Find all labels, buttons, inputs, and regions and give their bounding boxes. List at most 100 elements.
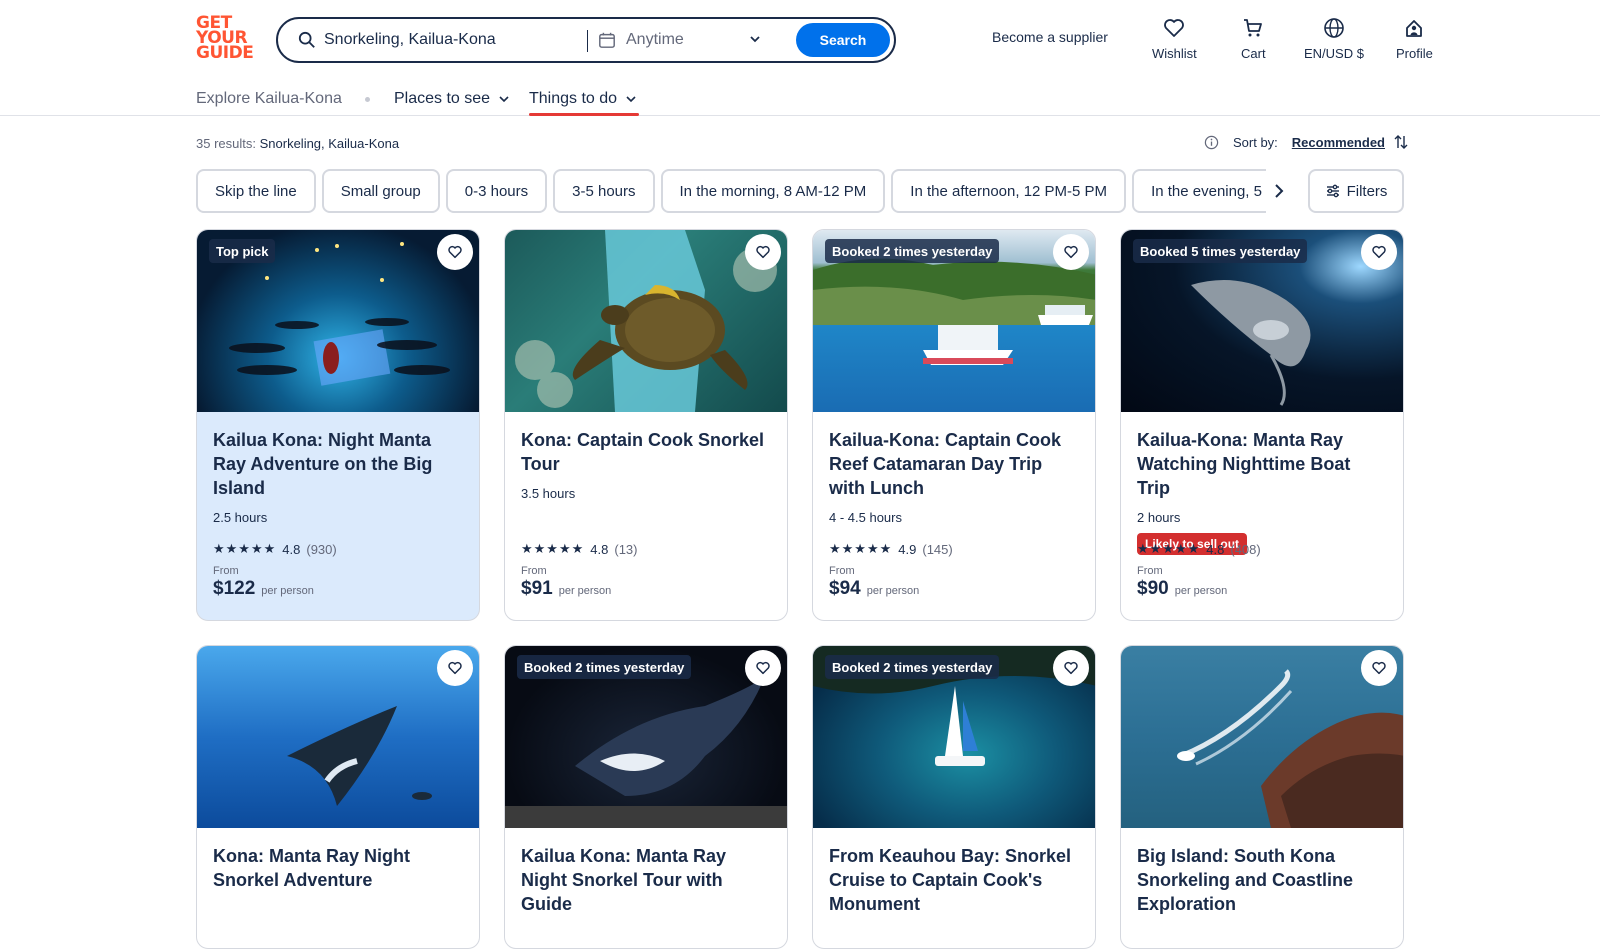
card-duration: 2 hours [1137,510,1181,525]
card-body: Big Island: South Kona Snorkeling and Co… [1121,828,1403,948]
profile-button[interactable]: Profile [1396,16,1433,61]
wishlist-toggle[interactable] [437,234,473,270]
divider [587,30,588,52]
activity-card[interactable]: Booked 2 times yesterday Kailua-Kona: Ca… [812,229,1096,621]
card-title[interactable]: Kailua Kona: Night Manta Ray Adventure o… [213,428,463,500]
activity-card[interactable]: Top pick Kailua Kona: Night Manta Ray Ad… [196,229,480,621]
card-title[interactable]: Kailua-Kona: Captain Cook Reef Catamaran… [829,428,1079,500]
card-price: $122 per person [213,578,314,600]
card-body: Kailua Kona: Manta Ray Night Snorkel Tou… [505,828,787,948]
sort-icon[interactable] [1393,134,1409,150]
wishlist-toggle[interactable] [1361,234,1397,270]
filter-chip[interactable]: In the morning, 8 AM-12 PM [660,169,886,213]
card-title[interactable]: Kona: Captain Cook Snorkel Tour [521,428,771,476]
booking-badge: Booked 2 times yesterday [825,239,1000,263]
top-pick-badge: Top pick [209,239,276,263]
price-unit: per person [558,585,612,597]
cart-button[interactable]: Cart [1241,16,1266,61]
search-bar: Anytime Search [276,17,896,63]
logo[interactable]: GET YOUR GUIDE [196,15,256,64]
activity-card[interactable]: Big Island: South Kona Snorkeling and Co… [1120,645,1404,949]
filter-chip[interactable]: Small group [321,169,440,213]
filter-chip[interactable]: 3-5 hours [553,169,655,213]
filters-label: Filters [1346,182,1388,200]
active-tab-indicator [529,113,639,116]
wishlist-toggle[interactable] [1053,234,1089,270]
activity-image: Top pick [197,230,479,412]
card-title[interactable]: Kailua Kona: Manta Ray Night Snorkel Tou… [521,844,771,916]
activity-image [505,230,787,412]
card-rating: ★★★★★ 4.8 (408) [1137,541,1261,557]
activity-card[interactable]: Booked 2 times yesterday Kailua Kona: Ma… [504,645,788,949]
activity-image [1121,646,1403,828]
card-duration: 4 - 4.5 hours [829,510,902,525]
review-count: (408) [1230,541,1261,557]
wishlist-toggle[interactable] [437,650,473,686]
star-rating-icon: ★★★★★ [521,541,585,556]
activity-card[interactable]: Booked 5 times yesterday Kailua-Kona: Ma… [1120,229,1404,621]
card-price: $90 per person [1137,578,1227,600]
heart-icon [1064,661,1078,675]
locale-button[interactable]: EN/USD $ [1304,16,1364,61]
activity-image: Booked 2 times yesterday [813,646,1095,828]
price-prefix: From [1137,565,1163,577]
filter-chip[interactable]: 0-3 hours [445,169,548,213]
price-value: $122 [213,578,256,599]
wishlist-button[interactable]: Wishlist [1152,16,1197,61]
wishlist-toggle[interactable] [1361,650,1397,686]
become-supplier-link[interactable]: Become a supplier [992,29,1108,45]
sort-label: Sort by: [1233,134,1278,150]
chevron-right-icon[interactable] [1268,180,1290,202]
filter-chip[interactable]: In the evening, 5 PM-12 AM [1132,169,1266,213]
review-count: (145) [922,541,953,557]
card-title[interactable]: Big Island: South Kona Snorkeling and Co… [1137,844,1387,916]
things-to-do-label: Things to do [529,90,618,107]
filter-chip[interactable]: In the afternoon, 12 PM-5 PM [891,169,1127,213]
star-rating-icon: ★★★★★ [829,541,893,556]
sort-control: Sort by: Recommended [1204,134,1409,150]
heart-icon [1372,661,1386,675]
card-title[interactable]: Kona: Manta Ray Night Snorkel Adventure [213,844,463,892]
card-price: $94 per person [829,578,919,600]
activity-image [197,646,479,828]
wishlist-label: Wishlist [1152,46,1197,61]
activity-card[interactable]: Booked 2 times yesterday From Keauhou Ba… [812,645,1096,949]
card-body: Kailua-Kona: Manta Ray Watching Nighttim… [1121,412,1403,620]
wishlist-toggle[interactable] [1053,650,1089,686]
info-icon[interactable] [1204,135,1219,150]
price-prefix: From [521,565,547,577]
heart-icon [1372,245,1386,259]
cart-icon [1244,19,1263,37]
explore-link[interactable]: Explore Kailua-Kona [196,90,342,108]
activity-image: Booked 2 times yesterday [505,646,787,828]
rating-value: 4.8 [590,541,609,557]
price-value: $94 [829,578,861,599]
card-body: Kailua-Kona: Captain Cook Reef Catamaran… [813,412,1095,620]
wishlist-toggle[interactable] [745,650,781,686]
filter-chip[interactable]: Skip the line [196,169,316,213]
card-title[interactable]: Kailua-Kona: Manta Ray Watching Nighttim… [1137,428,1387,500]
wishlist-toggle[interactable] [745,234,781,270]
card-body: From Keauhou Bay: Snorkel Cruise to Capt… [813,828,1095,948]
card-body: Kona: Captain Cook Snorkel Tour 3.5 hour… [505,412,787,620]
heart-icon [448,245,462,259]
globe-icon [1324,18,1344,38]
chevron-down-icon[interactable] [748,32,762,46]
activity-card[interactable]: Kona: Manta Ray Night Snorkel Adventure [196,645,480,949]
heart-icon [756,661,770,675]
search-input[interactable] [324,28,574,52]
places-to-see-menu[interactable]: Places to see [394,90,510,108]
search-button[interactable]: Search [796,23,890,57]
card-duration: 3.5 hours [521,486,576,501]
date-picker[interactable]: Anytime [626,31,684,49]
sort-dropdown[interactable]: Recommended [1292,135,1385,150]
booking-badge: Booked 5 times yesterday [1133,239,1308,263]
card-title[interactable]: From Keauhou Bay: Snorkel Cruise to Capt… [829,844,1079,916]
things-to-do-menu[interactable]: Things to do [529,90,637,108]
card-rating: ★★★★★ 4.8 (13) [521,541,637,557]
star-rating-icon: ★★★★★ [213,541,277,556]
rating-value: 4.9 [898,541,917,557]
filters-button[interactable]: Filters [1308,169,1404,213]
chevron-down-icon [626,96,636,103]
activity-card[interactable]: Kona: Captain Cook Snorkel Tour 3.5 hour… [504,229,788,621]
